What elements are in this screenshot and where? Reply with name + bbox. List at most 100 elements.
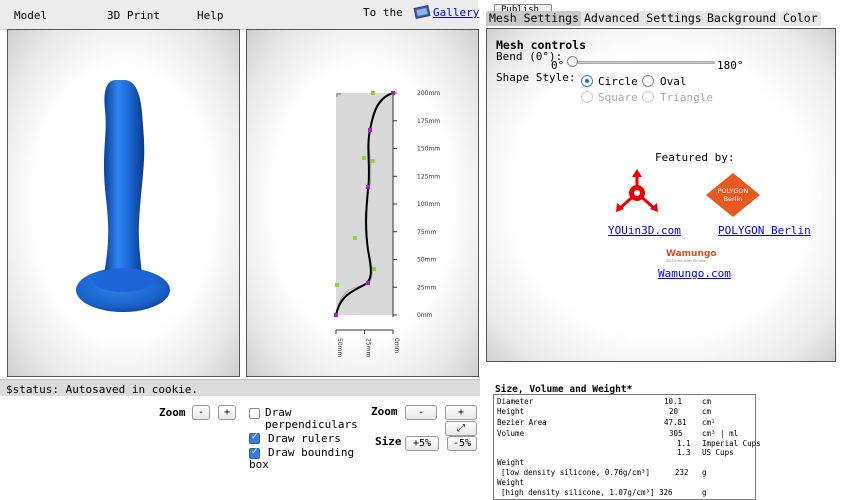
row-value: 1.1: [677, 439, 691, 448]
row-name: Volume: [497, 429, 525, 438]
shape-square-label: Square: [598, 91, 638, 104]
size-decrease-button[interactable]: -5%: [447, 436, 477, 451]
table-row: [low density silicone, 0.76g/cm³] 232 g: [497, 468, 755, 478]
table-row: Bezier Area 47.81 cm²: [497, 418, 755, 428]
table-row: 1.3 US Cups: [497, 448, 755, 458]
status-bar: $status: Autosaved in cookie.: [0, 379, 480, 396]
profile-editor-viewport[interactable]: 200mm 175mm 150mm 125mm 100mm 75mm 50mm 25mm 0mm…: [246, 29, 479, 377]
row-unit: cm: [702, 397, 712, 406]
mesh-settings-panel: Mesh controls Bend (0°): 0° 180° Shape S…: [486, 28, 836, 362]
row-unit: US Cups: [702, 448, 734, 457]
ruler-tick-label: 50mm: [336, 338, 343, 357]
ruler-tick-label: 175mm: [417, 118, 440, 125]
zoom-in-button[interactable]: +: [218, 405, 236, 420]
youin3d-link[interactable]: YOUin3D.com: [608, 224, 681, 237]
gallery-icon[interactable]: [413, 4, 431, 20]
bend-slider-track[interactable]: [567, 61, 715, 64]
ruler-tick-label: 0mm: [393, 338, 400, 354]
zoom2-in-button[interactable]: +: [445, 405, 477, 420]
row-name: Diameter: [497, 397, 534, 406]
row-name: Weight: [497, 458, 525, 467]
fit-view-icon[interactable]: ⤢: [445, 421, 477, 436]
zoom-out-button[interactable]: -: [192, 405, 210, 420]
row-value: 326: [659, 488, 673, 497]
wamungo-logo[interactable]: Wamungo 3D-Druck Alles für Alle: [666, 249, 717, 265]
shape-square-radio: [581, 91, 593, 103]
size-increase-button[interactable]: +5%: [405, 436, 439, 451]
ruler-tick-label: 50mm: [417, 257, 436, 264]
menu-help[interactable]: Help: [197, 9, 224, 22]
wamungo-link[interactable]: Wamungo.com: [658, 267, 731, 280]
info-table: Diameter 10.1 cm Height 20 cm Bezier Are…: [493, 394, 761, 500]
row-desc: [low density silicone, 0.76g/cm³]: [501, 468, 651, 477]
ruler-tick-label: 0mm: [417, 312, 433, 319]
ruler-tick-label: 25mm: [417, 284, 436, 291]
wamungo-logo-subtext: 3D-Druck Alles für Alle: [666, 259, 706, 263]
shape-circle-label[interactable]: Circle: [598, 75, 638, 88]
row-value: 47.81: [664, 418, 687, 427]
row-name: Weight: [497, 478, 525, 487]
ruler-tick-label: 75mm: [417, 229, 436, 236]
bend-max-label: 180°: [717, 59, 744, 72]
gallery-link[interactable]: Gallery: [433, 6, 479, 19]
polygon-logo-text: POLYGON Berlin: [717, 187, 749, 203]
row-unit: cm³ | ml: [702, 429, 739, 438]
row-name: Bezier Area: [497, 418, 547, 427]
bounding-box: [336, 93, 393, 315]
table-row: [high density silicone, 1.07g/cm³] 326 g: [497, 488, 755, 498]
youin3d-logo-icon[interactable]: [611, 167, 663, 219]
row-value: 305: [669, 429, 683, 438]
shape-triangle-radio: [642, 91, 654, 103]
tab-color[interactable]: Color: [780, 11, 821, 26]
size-label: Size: [375, 435, 402, 448]
table-row: Height 20 cm: [497, 407, 755, 417]
polygon-berlin-link[interactable]: POLYGON Berlin: [718, 224, 811, 237]
status-text: $status: Autosaved in cookie.: [6, 383, 199, 396]
table-row: Volume 305 cm³ | ml: [497, 429, 755, 439]
gallery-prefix: To the: [363, 6, 403, 19]
3d-preview-viewport[interactable]: [7, 29, 240, 377]
tab-background[interactable]: Background: [704, 11, 780, 26]
zoom2-out-button[interactable]: -: [405, 405, 437, 420]
row-unit: cm: [702, 407, 712, 416]
profile-curve-editor[interactable]: 200mm 175mm 150mm 125mm 100mm 75mm 50mm 25mm 0mm…: [247, 30, 480, 378]
draw-rulers-checkbox[interactable]: [249, 432, 260, 444]
shape-oval-radio[interactable]: [642, 75, 654, 87]
bend-slider-thumb[interactable]: [567, 56, 578, 67]
ruler-tick-label: 125mm: [417, 173, 440, 180]
zoom2-label: Zoom: [371, 405, 398, 418]
table-row: Weight: [497, 478, 755, 488]
row-desc: [high density silicone, 1.07g/cm³]: [501, 488, 655, 497]
shape-style-label: Shape Style:: [496, 71, 576, 84]
menu-3d-print[interactable]: 3D Print: [107, 9, 160, 22]
table-row: Weight: [497, 458, 755, 468]
shape-oval-label[interactable]: Oval: [660, 75, 687, 88]
menu-model[interactable]: Model: [14, 9, 47, 22]
ruler-right-ticks: 200mm 175mm 150mm 125mm 100mm 75mm 50mm 25mm 0mm: [393, 90, 440, 319]
ruler-bottom-ticks: 50mm 25mm 0mm: [335, 330, 400, 357]
draw-bounding-box-label[interactable]: Draw bounding box: [249, 447, 359, 471]
ruler-tick-label: 200mm: [417, 90, 440, 97]
ruler-tick-label: 25mm: [365, 338, 372, 357]
tab-mesh-settings[interactable]: Mesh Settings: [486, 11, 583, 26]
row-unit: cm²: [702, 418, 716, 427]
row-value: 10.1: [664, 397, 683, 406]
size-volume-weight-panel: Size, Volume and Weight* Diameter 10.1 c…: [490, 380, 834, 500]
zoom-label: Zoom: [159, 406, 186, 419]
shape-circle-radio[interactable]: [581, 75, 593, 87]
shape-triangle-label: Triangle: [660, 91, 713, 104]
draw-perpendiculars-label[interactable]: Draw perpendiculars: [265, 407, 365, 431]
3d-model-render: [76, 80, 170, 312]
featured-by-label: Featured by:: [655, 151, 735, 164]
menu-bar: Model 3D Print Help: [0, 0, 478, 30]
row-name: Height: [497, 407, 525, 416]
draw-rulers-label[interactable]: Draw rulers: [268, 432, 341, 445]
row-unit: g: [702, 468, 707, 477]
row-value: 232: [675, 468, 689, 477]
draw-perpendiculars-checkbox[interactable]: [249, 408, 260, 419]
row-unit: Imperial Cups: [702, 439, 761, 448]
row-value: 1.3: [677, 448, 691, 457]
table-row: Diameter 10.1 cm: [497, 397, 755, 407]
wamungo-logo-text: Wamungo: [666, 249, 717, 259]
tab-advanced-settings[interactable]: Advanced Settings: [581, 11, 705, 26]
